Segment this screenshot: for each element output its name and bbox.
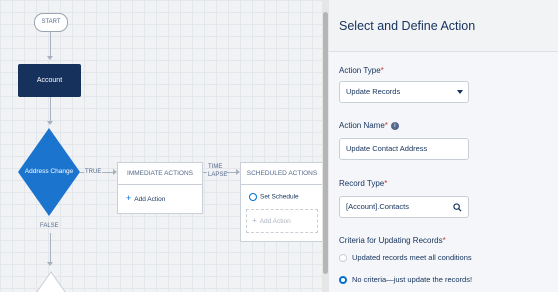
- arrow-down-icon: [47, 56, 53, 60]
- connector: [226, 172, 236, 173]
- panel-title: Select and Define Action: [329, 0, 558, 52]
- start-node[interactable]: START: [34, 13, 68, 32]
- record-type-label: Record Type*: [339, 179, 388, 188]
- radio-button[interactable]: [339, 254, 347, 263]
- time-lapse-label: TIME LAPSE: [208, 164, 228, 178]
- immediate-actions-box: IMMEDIATE ACTIONS + Add Action: [117, 162, 203, 214]
- add-action-link[interactable]: + Add Action: [118, 185, 202, 203]
- connector: [102, 172, 113, 173]
- canvas-scrollbar[interactable]: [322, 0, 329, 292]
- criteria-option-conditions[interactable]: Updated records meet all conditions: [339, 253, 472, 263]
- flow-canvas: START Account Address Change TRUE FALSE …: [0, 0, 322, 292]
- connector: [50, 97, 51, 121]
- account-node[interactable]: Account: [18, 64, 81, 97]
- action-type-label: Action Type*: [339, 66, 384, 75]
- search-icon[interactable]: [453, 203, 462, 212]
- record-type-lookup[interactable]: [Account].Contacts: [339, 196, 469, 218]
- plus-icon: +: [252, 216, 257, 225]
- arrow-down-icon: [47, 262, 53, 266]
- connector: [50, 233, 51, 263]
- info-icon[interactable]: i: [390, 121, 399, 130]
- clock-icon: [249, 193, 257, 201]
- radio-button-selected[interactable]: [339, 276, 347, 285]
- connector: [50, 31, 51, 56]
- decision-node[interactable]: Address Change: [18, 128, 80, 216]
- plus-icon: +: [126, 193, 132, 203]
- set-schedule-link[interactable]: Set Schedule: [241, 185, 322, 201]
- add-action-placeholder[interactable]: + Add Action: [246, 209, 318, 233]
- true-label: TRUE: [85, 169, 102, 175]
- action-panel: Select and Define Action Action Type* Up…: [329, 0, 558, 292]
- criteria-label: Criteria for Updating Records*: [339, 236, 446, 245]
- scheduled-actions-box: SCHEDULED ACTIONS Set Schedule + Add Acti…: [240, 162, 322, 242]
- action-type-select[interactable]: Update Records: [339, 81, 469, 103]
- next-node-shape: [36, 271, 66, 292]
- action-name-label: Action Name* i: [339, 121, 399, 130]
- action-name-input[interactable]: Update Contact Address: [339, 138, 469, 160]
- scrollbar-thumb[interactable]: [323, 12, 328, 274]
- connector: [203, 172, 207, 173]
- immediate-actions-title: IMMEDIATE ACTIONS: [118, 163, 202, 185]
- decision-label: Address Change: [24, 168, 74, 175]
- connector: [80, 172, 84, 173]
- false-label: FALSE: [40, 223, 59, 229]
- chevron-down-icon: [457, 90, 463, 94]
- criteria-option-no-criteria[interactable]: No criteria—just update the records!: [339, 275, 472, 285]
- scheduled-actions-title: SCHEDULED ACTIONS: [241, 163, 322, 185]
- arrow-down-icon: [47, 121, 53, 125]
